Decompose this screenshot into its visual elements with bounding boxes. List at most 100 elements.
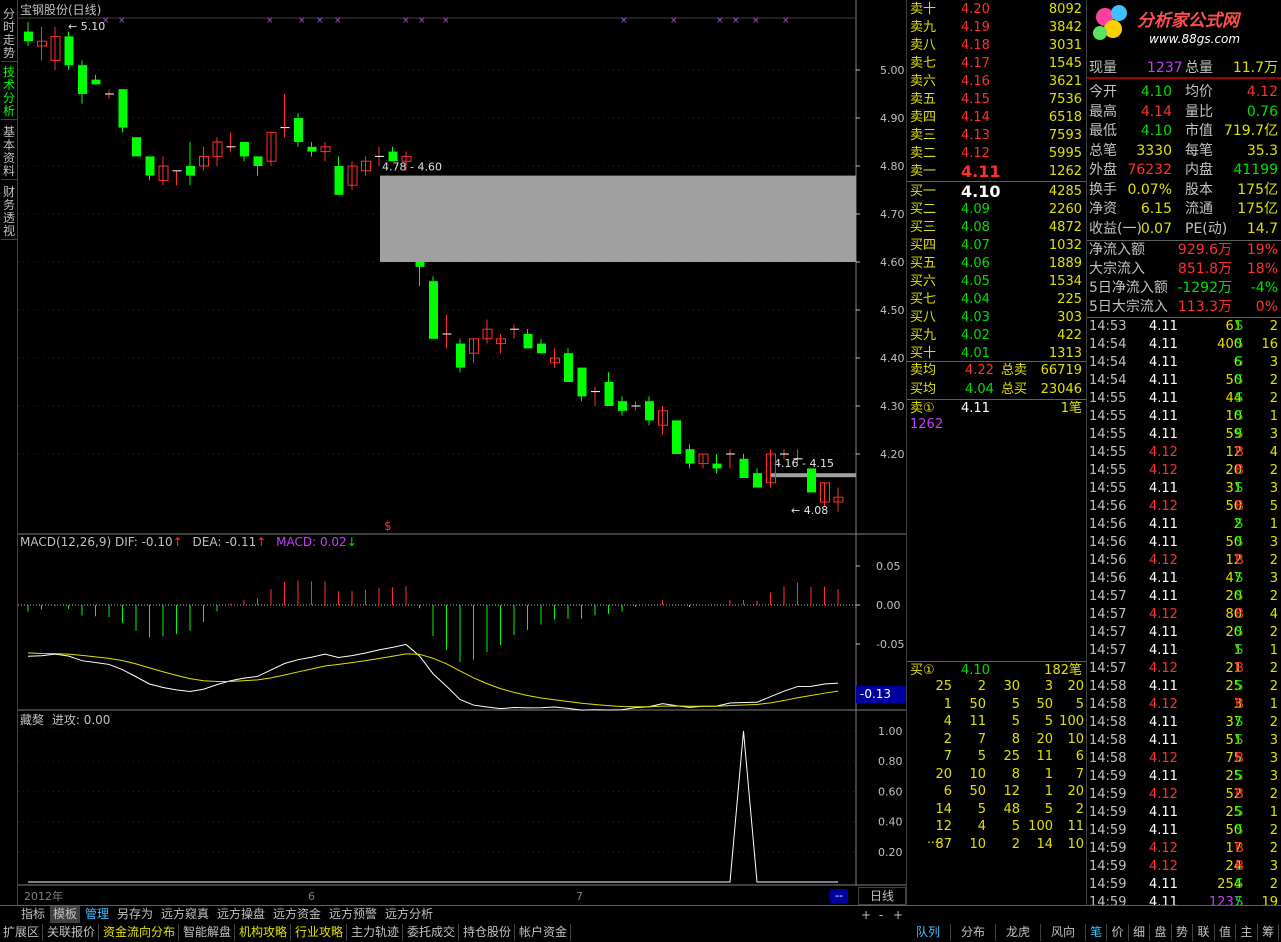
candle-down xyxy=(807,468,816,493)
period-button[interactable]: + xyxy=(890,907,904,924)
ask-row[interactable]: 卖十 4.20 8092 xyxy=(907,1,1087,19)
function-button[interactable]: 机构攻略 xyxy=(236,924,292,941)
bid-row[interactable]: 买八 4.03 303 xyxy=(907,309,1087,327)
chart-area[interactable]: 5.00 4.90 4.80 4.70 4.60 4.50 4.40 4.30 4.20 4.78… xyxy=(18,0,906,905)
function-button[interactable]: 行业攻略 xyxy=(292,924,348,941)
function-button[interactable]: 持仓股份 xyxy=(460,924,516,941)
function-button[interactable]: 主力轨迹 xyxy=(348,924,404,941)
book-tab[interactable]: 分布 xyxy=(951,924,996,941)
ask-row[interactable]: 卖八 4.18 3031 xyxy=(907,37,1087,55)
ask-price: 4.18 xyxy=(961,38,990,53)
tick-row: 14:58 4.12 3 B 1 xyxy=(1087,696,1281,714)
toolbar-button[interactable]: 管理 xyxy=(82,906,112,923)
tab-fundamentals[interactable]: 基本资料 xyxy=(1,126,17,180)
ask-volume: 1545 xyxy=(1048,56,1082,71)
sell1-queue: 卖① 4.11 1笔 1262 xyxy=(907,400,1087,436)
queue-cell: 2 xyxy=(1075,801,1084,817)
toolbar-button[interactable]: 指标 xyxy=(18,906,48,923)
tick-side: S xyxy=(1235,769,1244,784)
ask-row[interactable]: 卖九 4.19 3842 xyxy=(907,19,1087,37)
ask-row[interactable]: 卖六 4.16 3621 xyxy=(907,73,1087,91)
candle-down xyxy=(672,420,681,454)
flow-percent: 19% xyxy=(1246,242,1278,258)
quote-tab[interactable]: 价 xyxy=(1108,924,1129,941)
ask-row[interactable]: 卖七 4.17 1545 xyxy=(907,55,1087,73)
kline-chart[interactable]: 5.00 4.90 4.80 4.70 4.60 4.50 4.40 4.30 4.20 4.78… xyxy=(18,0,906,905)
tick-count: 2 xyxy=(1269,679,1278,694)
tick-price: 4.11 xyxy=(1149,877,1178,892)
price-tick-label: 4.70 xyxy=(880,208,905,221)
tick-price: 4.11 xyxy=(1149,355,1178,370)
tab-financials[interactable]: 财务透视 xyxy=(1,186,17,240)
ask-row[interactable]: 卖五 4.15 7536 xyxy=(907,91,1087,109)
gap-label: 4.78 - 4.60 xyxy=(382,161,442,174)
price-tick-label: 4.50 xyxy=(880,304,905,317)
queue-cell: 100 xyxy=(1028,819,1053,834)
tick-count: 5 xyxy=(1269,499,1278,514)
quote-panel: 分析家公式网 www.88gs.com 现量 1237 总量 11.7万 今开 4… xyxy=(1086,0,1281,910)
function-button[interactable]: 帐户资金 xyxy=(516,924,572,941)
tick-side: S xyxy=(1235,355,1244,370)
book-tab[interactable]: 队列 xyxy=(906,924,951,941)
function-button[interactable]: 智能解盘 xyxy=(180,924,236,941)
tab-technical[interactable]: 技术分析 xyxy=(1,66,17,120)
quote-tab[interactable]: 筹 xyxy=(1258,924,1279,941)
ask-row[interactable]: 卖三 4.13 7593 xyxy=(907,127,1087,145)
tick-time: 14:57 xyxy=(1089,643,1127,658)
quote-tab[interactable]: 联 xyxy=(1194,924,1215,941)
bid-row[interactable]: 买四 4.07 1032 xyxy=(907,237,1087,255)
ask-row[interactable]: 卖二 4.12 5995 xyxy=(907,145,1087,163)
quote-tab[interactable]: 笔 xyxy=(1086,924,1107,941)
period-label[interactable]: 日线 xyxy=(858,887,906,905)
bid-row[interactable]: 买二 4.09 2260 xyxy=(907,201,1087,219)
toolbar-button[interactable]: 远方窥真 xyxy=(158,906,212,923)
ask-row[interactable]: 卖一 4.11 1262 xyxy=(907,163,1087,181)
toolbar-button[interactable]: 模板 xyxy=(50,906,81,923)
bid-row[interactable]: 买三 4.08 4872 xyxy=(907,219,1087,237)
quote-tab[interactable]: 主 xyxy=(1237,924,1258,941)
tick-count: 1 xyxy=(1269,643,1278,658)
period-button[interactable]: + xyxy=(858,907,872,924)
tick-list[interactable]: 14:53 4.11 61 S 2 14:54 4.11 400 S 16 14:54 4.11 6 S 3… xyxy=(1087,317,1281,911)
ask-row[interactable]: 卖四 4.14 6518 xyxy=(907,109,1087,127)
period-button[interactable]: - xyxy=(874,907,888,924)
toolbar-button[interactable]: 远方分析 xyxy=(382,906,436,923)
queue-cell: 50 xyxy=(1036,696,1053,712)
quote-value: 4.10 xyxy=(1140,123,1172,139)
candle-down xyxy=(132,137,141,157)
bid-row[interactable]: 买五 4.06 1889 xyxy=(907,255,1087,273)
candle-down xyxy=(523,334,533,349)
scroll-indicator[interactable]: -- xyxy=(830,889,848,903)
price-tick-label: 4.40 xyxy=(880,352,905,365)
tab-intraday[interactable]: 分时走势 xyxy=(1,8,17,62)
quote-tab[interactable]: 盘 xyxy=(1151,924,1172,941)
bid-label: 买九 xyxy=(910,328,937,343)
book-tab[interactable]: 风向 xyxy=(1041,924,1086,941)
bid-row[interactable]: 买一 4.10 4285 xyxy=(907,183,1087,201)
queue-cell: 6 xyxy=(943,784,952,799)
function-button[interactable]: 关联报价 xyxy=(44,924,100,941)
quote-tab[interactable]: 势 xyxy=(1172,924,1193,941)
function-button[interactable]: 扩展区 xyxy=(0,924,44,941)
bid-row[interactable]: 买七 4.04 225 xyxy=(907,291,1087,309)
quote-value: 4.12 xyxy=(1246,84,1278,100)
toolbar-button[interactable]: 远方预警 xyxy=(326,906,380,923)
bid-row[interactable]: 买九 4.02 422 xyxy=(907,327,1087,345)
bid-row[interactable]: 买六 4.05 1534 xyxy=(907,273,1087,291)
candle-down xyxy=(415,262,425,267)
ask-volume: 6518 xyxy=(1048,110,1082,125)
tick-row: 14:58 4.11 37 S 2 xyxy=(1087,714,1281,732)
quote-tab[interactable]: 细 xyxy=(1129,924,1150,941)
toolbar-button[interactable]: 另存为 xyxy=(114,906,156,923)
chart-title: 宝钢股份(日线) xyxy=(20,3,102,17)
tick-side: S xyxy=(1235,373,1244,388)
toolbar-button[interactable]: 远方操盘 xyxy=(214,906,268,923)
queue-cell: 1 xyxy=(943,696,952,712)
tick-row: 14:55 4.11 31 S 3 xyxy=(1087,480,1281,498)
tick-price: 4.11 xyxy=(1149,535,1178,550)
quote-tab[interactable]: 值 xyxy=(1215,924,1236,941)
function-button[interactable]: 委托成交 xyxy=(404,924,460,941)
function-button[interactable]: 资金流向分布 xyxy=(100,924,180,941)
book-tab[interactable]: 龙虎 xyxy=(996,924,1041,941)
toolbar-button[interactable]: 远方资金 xyxy=(270,906,324,923)
